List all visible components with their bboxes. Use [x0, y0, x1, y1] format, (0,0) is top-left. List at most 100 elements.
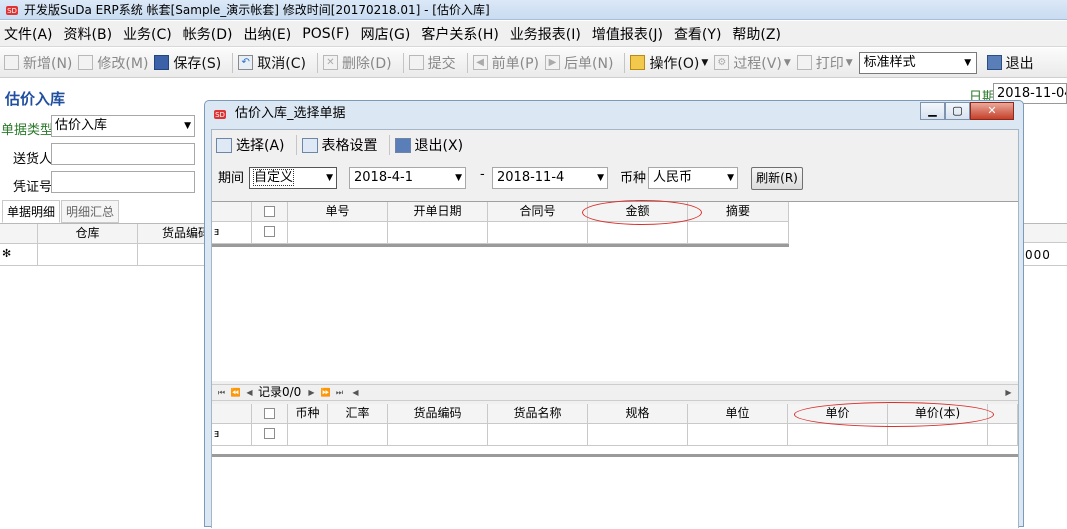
svg-text:SD: SD [7, 7, 17, 15]
minimize-button[interactable]: ▁ [920, 102, 945, 120]
grid-cell[interactable] [788, 424, 888, 446]
toolbar-divider [295, 135, 297, 155]
row-checkbox[interactable] [264, 428, 275, 439]
grid-cell[interactable] [688, 424, 788, 446]
menu-business-reports[interactable]: 业务报表(I) [510, 24, 581, 44]
grid-header-doc-no[interactable]: 单号 [288, 202, 388, 222]
next-page-icon[interactable]: ⏩ [318, 385, 333, 400]
process-gear-icon: ⚙ [714, 55, 730, 70]
scroll-right-icon[interactable]: ▶ [1001, 385, 1016, 400]
grid-header-check[interactable] [252, 202, 288, 222]
grid-cell[interactable] [488, 222, 588, 244]
cancel-button[interactable]: ↶ 取消(C) [238, 53, 306, 73]
grid-header-contract-no[interactable]: 合同号 [488, 202, 588, 222]
doctype-select[interactable]: 估价入库 ▼ [51, 115, 195, 137]
grid-header-currency[interactable]: 币种 [288, 404, 328, 424]
period-select[interactable]: 自定义 ▼ [249, 167, 337, 189]
grid-header-rate[interactable]: 汇率 [328, 404, 388, 424]
chevron-down-icon: ▼ [959, 52, 976, 73]
tab-summary[interactable]: 明细汇总 [61, 200, 120, 223]
grid-cell-check[interactable] [252, 222, 288, 244]
range-dash: - [480, 167, 485, 182]
highlight-circle-amount [582, 200, 702, 225]
last-record-icon[interactable]: ⏭ [332, 385, 347, 400]
row-checkbox[interactable] [264, 226, 275, 237]
deliverer-input[interactable] [51, 143, 195, 165]
edit-button[interactable]: 修改(M) [78, 53, 148, 73]
new-button[interactable]: 新增(N) [4, 53, 72, 73]
chevron-down-icon: ▼ [184, 121, 191, 131]
voucher-input[interactable] [51, 171, 195, 193]
start-date-picker[interactable]: 2018-4-1 ▼ [349, 167, 466, 189]
menu-data[interactable]: 资料(B) [64, 24, 113, 44]
tab-detail[interactable]: 单据明细 [2, 200, 61, 223]
grid-cell[interactable] [388, 424, 488, 446]
first-record-icon[interactable]: ⏮ [214, 385, 229, 400]
undo-icon: ↶ [238, 55, 254, 70]
dialog-title: 估价入库_选择单据 [235, 106, 346, 121]
table-settings-button[interactable]: 表格设置 [301, 135, 378, 155]
menu-cashier[interactable]: 出纳(E) [243, 24, 291, 44]
select-all-checkbox[interactable] [264, 408, 275, 419]
menu-file[interactable]: 文件(A) [4, 24, 53, 44]
prev-record-icon[interactable]: ◀ [242, 385, 257, 400]
grid-cell-check[interactable] [252, 424, 288, 446]
select-button[interactable]: 选择(A) [216, 135, 285, 155]
refresh-button[interactable]: 刷新(R) [751, 167, 803, 190]
item-grid: 币种 汇率 货品编码 货品名称 规格 单位 单价 单价(本) ⱻ [212, 402, 1018, 529]
menu-crm[interactable]: 客户关系(H) [421, 24, 498, 44]
detail-grid: 仓库 货品编码 ✻ [0, 223, 215, 267]
print-button[interactable]: 打印 ▼ [796, 53, 853, 73]
exit-door-icon [986, 55, 1002, 70]
grid-header-unit[interactable]: 单位 [688, 404, 788, 424]
prev-page-icon[interactable]: ⏪ [228, 385, 243, 400]
record-navigator: ⏮ ⏪ ◀ 记录0/0 ▶ ⏩ ⏭ ◀ ▶ [212, 384, 1018, 401]
grid-cell[interactable] [588, 222, 688, 244]
grid-cell[interactable] [988, 424, 1018, 446]
dialog-exit-button[interactable]: 退出(X) [394, 135, 463, 155]
select-list-icon [216, 137, 232, 153]
menu-help[interactable]: 帮助(Z) [732, 24, 781, 44]
menu-value-reports[interactable]: 增值报表(J) [592, 24, 663, 44]
grid-cell[interactable] [488, 424, 588, 446]
maximize-button[interactable]: ▢ [945, 102, 970, 120]
menu-business[interactable]: 业务(C) [123, 24, 172, 44]
grid-cell[interactable] [288, 222, 388, 244]
submit-button[interactable]: 提交 [408, 53, 456, 73]
grid-header-spec[interactable]: 规格 [588, 404, 688, 424]
grid-cell[interactable] [38, 244, 138, 266]
highlight-circle-unit-price [794, 402, 994, 427]
exit-button[interactable]: 退出 [986, 53, 1034, 73]
end-date-picker[interactable]: 2018-11-4 ▼ [492, 167, 608, 189]
process-menu-button[interactable]: ⚙ 过程(V) ▼ [714, 53, 791, 73]
operate-menu-button[interactable]: 操作(O) ▼ [630, 53, 708, 73]
next-doc-button[interactable]: ▶ 后单(N) [545, 53, 613, 73]
delete-button[interactable]: ✕ 删除(D) [322, 53, 392, 73]
currency-select[interactable]: 人民币 ▼ [648, 167, 738, 189]
prev-doc-button[interactable]: ◀ 前单(P) [472, 53, 539, 73]
next-record-icon[interactable]: ▶ [304, 385, 319, 400]
select-all-checkbox[interactable] [264, 206, 275, 217]
scroll-left-icon[interactable]: ◀ [348, 385, 363, 400]
grid-cell[interactable] [288, 424, 328, 446]
menu-pos[interactable]: POS(F) [302, 26, 349, 42]
menu-accounts[interactable]: 帐务(D) [183, 24, 233, 44]
toolbar-divider [624, 52, 626, 73]
grid-header-warehouse[interactable]: 仓库 [38, 224, 138, 244]
grid-cell[interactable] [688, 222, 789, 244]
grid-header-check[interactable] [252, 404, 288, 424]
grid-cell[interactable] [888, 424, 988, 446]
menu-webshop[interactable]: 网店(G) [361, 24, 411, 44]
grid-header-summary[interactable]: 摘要 [688, 202, 789, 222]
close-button[interactable]: ✕ [970, 102, 1014, 120]
grid-header-item-code[interactable]: 货品编码 [388, 404, 488, 424]
new-doc-icon [4, 55, 19, 70]
print-style-select[interactable]: 标准样式 ▼ [858, 51, 977, 74]
grid-header-item-name[interactable]: 货品名称 [488, 404, 588, 424]
grid-cell[interactable] [388, 222, 488, 244]
grid-header-open-date[interactable]: 开单日期 [388, 202, 488, 222]
save-button[interactable]: 保存(S) [154, 53, 221, 73]
grid-cell[interactable] [588, 424, 688, 446]
grid-cell[interactable] [328, 424, 388, 446]
menu-view[interactable]: 查看(Y) [674, 24, 721, 44]
